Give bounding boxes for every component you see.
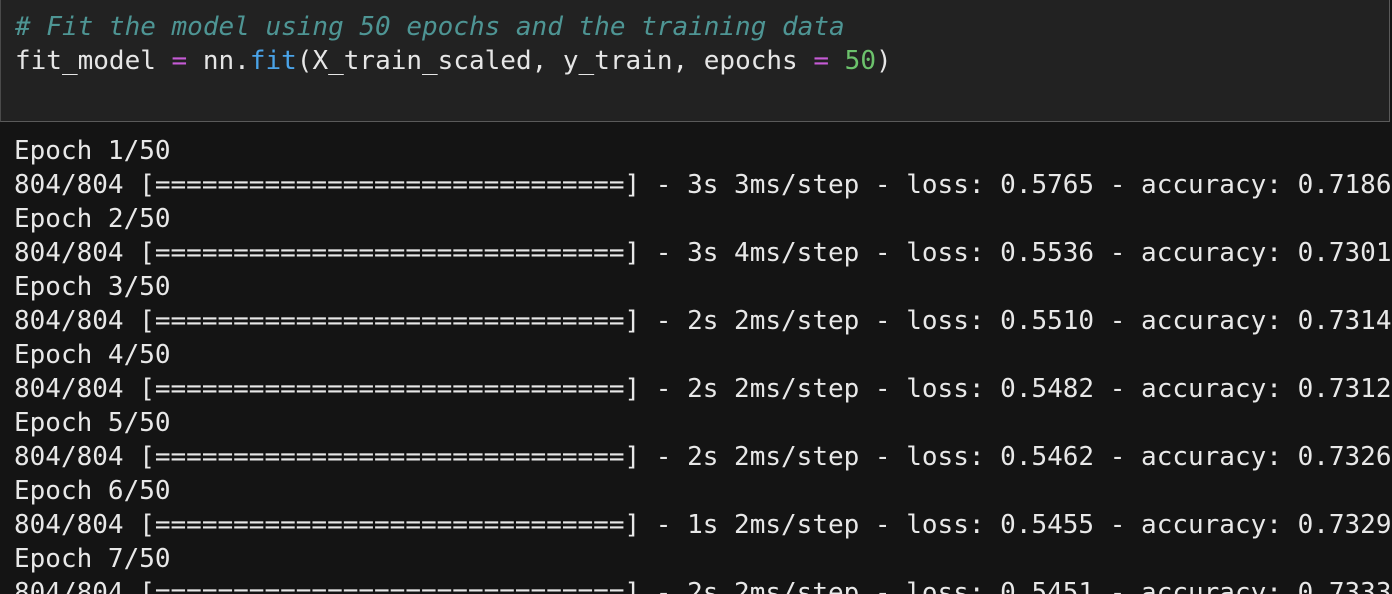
code-statement: fit_model = nn.fit(X_train_scaled, y_tra… <box>15 44 892 78</box>
cell-output: Epoch 1/50 804/804 [====================… <box>0 122 1392 594</box>
comment-text: # Fit the model using 50 epochs and the … <box>15 12 845 42</box>
variable-name: fit_model <box>15 46 156 76</box>
output-line: 804/804 [==============================]… <box>14 374 1392 404</box>
object-name: nn. <box>202 46 250 76</box>
output-line: 804/804 [==============================]… <box>14 170 1392 200</box>
function-args: (X_train_scaled, y_train, epochs <box>296 46 814 76</box>
output-line: Epoch 4/50 <box>14 340 171 370</box>
output-line: 804/804 [==============================]… <box>14 238 1392 268</box>
output-line: Epoch 6/50 <box>14 476 171 506</box>
code-comment: # Fit the model using 50 epochs and the … <box>15 10 845 44</box>
output-line: Epoch 7/50 <box>14 544 171 574</box>
output-line: 804/804 [==============================]… <box>14 306 1392 336</box>
output-line: 804/804 [==============================]… <box>14 510 1392 540</box>
output-line: 804/804 [==============================]… <box>14 442 1392 472</box>
assign-operator: = <box>171 46 188 76</box>
output-line: Epoch 2/50 <box>14 204 171 234</box>
epochs-number: 50 <box>844 46 876 76</box>
output-line: Epoch 3/50 <box>14 272 171 302</box>
function-name: fit <box>249 46 297 76</box>
close-paren: ) <box>875 46 892 76</box>
output-line: 804/804 [==============================]… <box>14 578 1392 594</box>
output-line: Epoch 1/50 <box>14 136 171 166</box>
output-line: Epoch 5/50 <box>14 408 171 438</box>
kwarg-operator: = <box>813 46 830 76</box>
code-cell[interactable]: # Fit the model using 50 epochs and the … <box>0 0 1390 122</box>
